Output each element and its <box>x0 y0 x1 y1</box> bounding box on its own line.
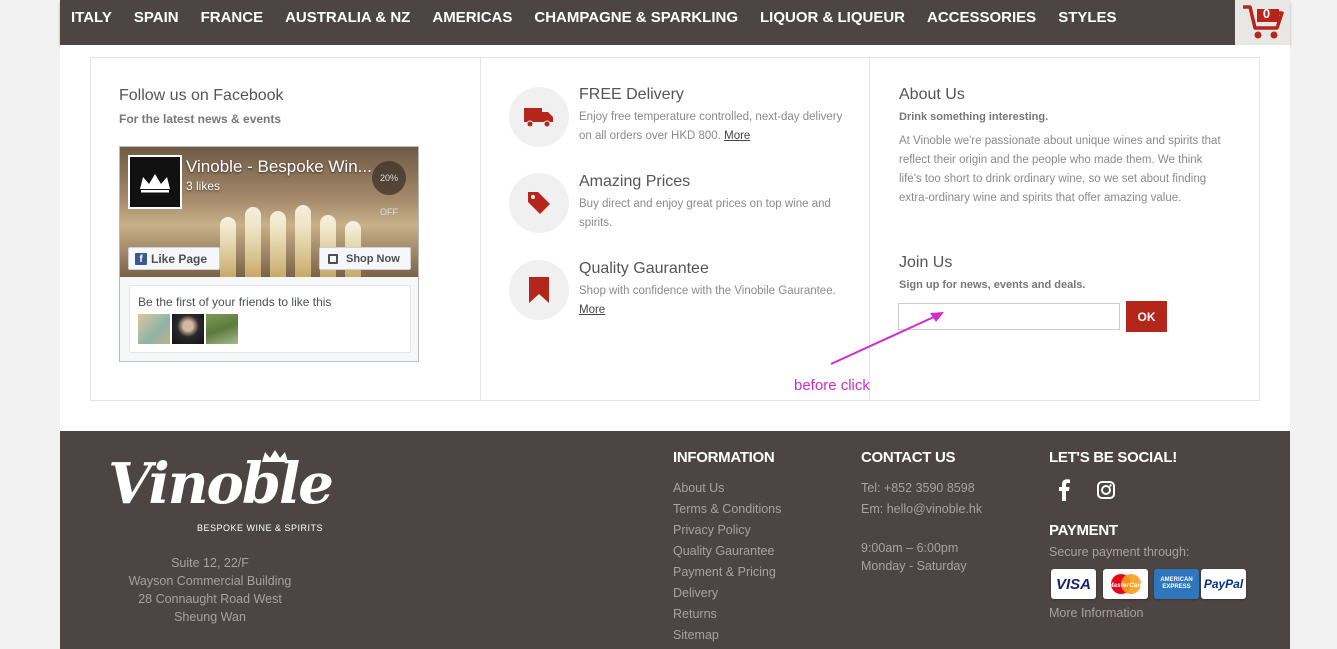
footer-link-terms[interactable]: Terms & Conditions <box>673 502 781 516</box>
discount-badge: 20% OFF <box>372 161 406 217</box>
payment-text: Secure payment through: <box>1049 545 1190 559</box>
top-nav: ITALY SPAIN FRANCE AUSTRALIA & NZ AMERIC… <box>60 0 1290 45</box>
logo-tagline: BESPOKE WINE & SPIRITS <box>197 523 324 533</box>
address-line: Sheung Wan <box>174 610 246 624</box>
friend-avatar[interactable] <box>172 314 204 344</box>
footer-link-quality[interactable]: Quality Gaurantee <box>673 544 774 558</box>
newsletter-ok-button[interactable]: OK <box>1126 301 1167 332</box>
feature-title-delivery: FREE Delivery <box>579 86 684 103</box>
paypal-icon: PayPal <box>1201 569 1246 599</box>
svg-text:MasterCard: MasterCard <box>1108 582 1145 589</box>
site-footer: Vinoble BESPOKE WINE & SPIRITS Suite 12,… <box>60 431 1290 649</box>
feature-text-delivery: Enjoy free temperature controlled, next-… <box>579 108 849 146</box>
price-tag-icon <box>509 173 569 233</box>
facebook-page-name[interactable]: Vinoble - Bespoke Win... <box>186 157 372 177</box>
truck-icon <box>509 87 569 147</box>
facebook-widget: Vinoble - Bespoke Win... 3 likes 20% OFF… <box>119 146 419 362</box>
facebook-likes-count: 3 likes <box>186 179 221 193</box>
shop-now-button[interactable]: Shop Now <box>319 247 411 270</box>
payment-more-link[interactable]: More Information <box>1049 606 1143 620</box>
friend-avatar[interactable] <box>138 314 170 344</box>
facebook-friends-box: Be the first of your friends to like thi… <box>129 285 411 353</box>
address-line: 28 Connaught Road West <box>138 592 282 606</box>
facebook-title: Follow us on Facebook <box>119 87 284 104</box>
facebook-f-icon: f <box>135 252 147 265</box>
shopping-bag-icon <box>328 253 338 264</box>
address-line: Wayson Commercial Building <box>128 574 292 588</box>
annotation-arrow <box>830 312 944 365</box>
address-line: Suite 12, 22/F <box>171 556 249 570</box>
nav-item-spain[interactable]: SPAIN <box>134 9 179 26</box>
nav-item-champagne[interactable]: CHAMPAGNE & SPARKLING <box>534 9 738 26</box>
footer-link-privacy[interactable]: Privacy Policy <box>673 523 751 537</box>
nav-item-liquor[interactable]: LIQUOR & LIQUEUR <box>760 9 905 26</box>
information-heading: INFORMATION <box>673 449 775 466</box>
social-heading: LET'S BE SOCIAL! <box>1049 449 1177 466</box>
facebook-icon[interactable] <box>1058 479 1074 501</box>
contact-hours: 9:00am – 6:00pm <box>861 541 959 555</box>
instagram-icon[interactable] <box>1097 481 1115 499</box>
nav-item-styles[interactable]: STYLES <box>1058 9 1116 26</box>
footer-link-about[interactable]: About Us <box>673 481 724 495</box>
bookmark-icon <box>509 260 569 320</box>
footer-link-payment[interactable]: Payment & Pricing <box>673 565 776 579</box>
feature-text-prices: Buy direct and enjoy great prices on top… <box>579 198 831 229</box>
nav-item-accessories[interactable]: ACCESSORIES <box>927 9 1036 26</box>
contact-heading: CONTACT US <box>861 449 956 466</box>
mastercard-icon: MasterCard <box>1103 569 1148 599</box>
quality-more-link[interactable]: More <box>579 304 605 316</box>
cart-count: 0 <box>1262 6 1271 21</box>
feature-text-quality: Shop with confidence with the Vinobile G… <box>579 282 839 320</box>
friends-like-text: Be the first of your friends to like thi… <box>138 295 332 309</box>
nav-menu: ITALY SPAIN FRANCE AUSTRALIA & NZ AMERIC… <box>60 0 1139 34</box>
cart-button[interactable]: 0 <box>1235 0 1290 45</box>
footer-link-returns[interactable]: Returns <box>673 607 717 621</box>
shop-now-label: Shop Now <box>346 252 400 265</box>
friend-avatar[interactable] <box>206 314 238 344</box>
annotation-label: before click <box>794 377 870 394</box>
about-text: At Vinoble we're passionate about unique… <box>899 135 1221 204</box>
nav-item-italy[interactable]: ITALY <box>71 9 112 26</box>
join-title: Join Us <box>899 254 953 271</box>
delivery-more-link[interactable]: More <box>724 130 750 142</box>
like-page-button[interactable]: f Like Page <box>128 247 220 270</box>
nav-item-france[interactable]: FRANCE <box>201 9 264 26</box>
feature-title-quality: Quality Gaurantee <box>579 260 709 277</box>
feature-description: Shop with confidence with the Vinobile G… <box>579 285 836 297</box>
footer-link-sitemap[interactable]: Sitemap <box>673 628 719 642</box>
contact-email[interactable]: Em: hello@vinoble.hk <box>861 502 982 516</box>
about-subtitle: Drink something interesting. <box>899 111 1049 123</box>
payment-heading: PAYMENT <box>1049 522 1118 539</box>
join-subtitle: Sign up for news, events and deals. <box>899 279 1086 291</box>
contact-tel: Tel: +852 3590 8598 <box>861 481 975 495</box>
feature-description: Enjoy free temperature controlled, next-… <box>579 111 843 142</box>
contact-days: Monday - Saturday <box>861 559 967 573</box>
footer-link-delivery[interactable]: Delivery <box>673 586 718 600</box>
nav-item-australia-nz[interactable]: AUSTRALIA & NZ <box>285 9 410 26</box>
feature-title-prices: Amazing Prices <box>579 173 691 190</box>
like-page-label: Like Page <box>151 251 208 266</box>
vinoble-logo[interactable]: Vinoble BESPOKE WINE & SPIRITS <box>90 447 350 537</box>
vinoble-crown-logo[interactable] <box>128 155 182 209</box>
facebook-subtitle: For the latest news & events <box>119 112 282 126</box>
column-divider <box>480 58 481 400</box>
logo-wordmark: Vinoble <box>108 451 334 517</box>
visa-icon: VISA <box>1051 569 1096 599</box>
facebook-cover-image: Vinoble - Bespoke Win... 3 likes 20% OFF… <box>120 147 418 277</box>
info-panel: Follow us on Facebook For the latest new… <box>60 45 1290 431</box>
about-title: About Us <box>899 86 965 103</box>
amex-icon: AMERICAN EXPRESS <box>1154 569 1199 599</box>
nav-item-americas[interactable]: AMERICAS <box>432 9 512 26</box>
